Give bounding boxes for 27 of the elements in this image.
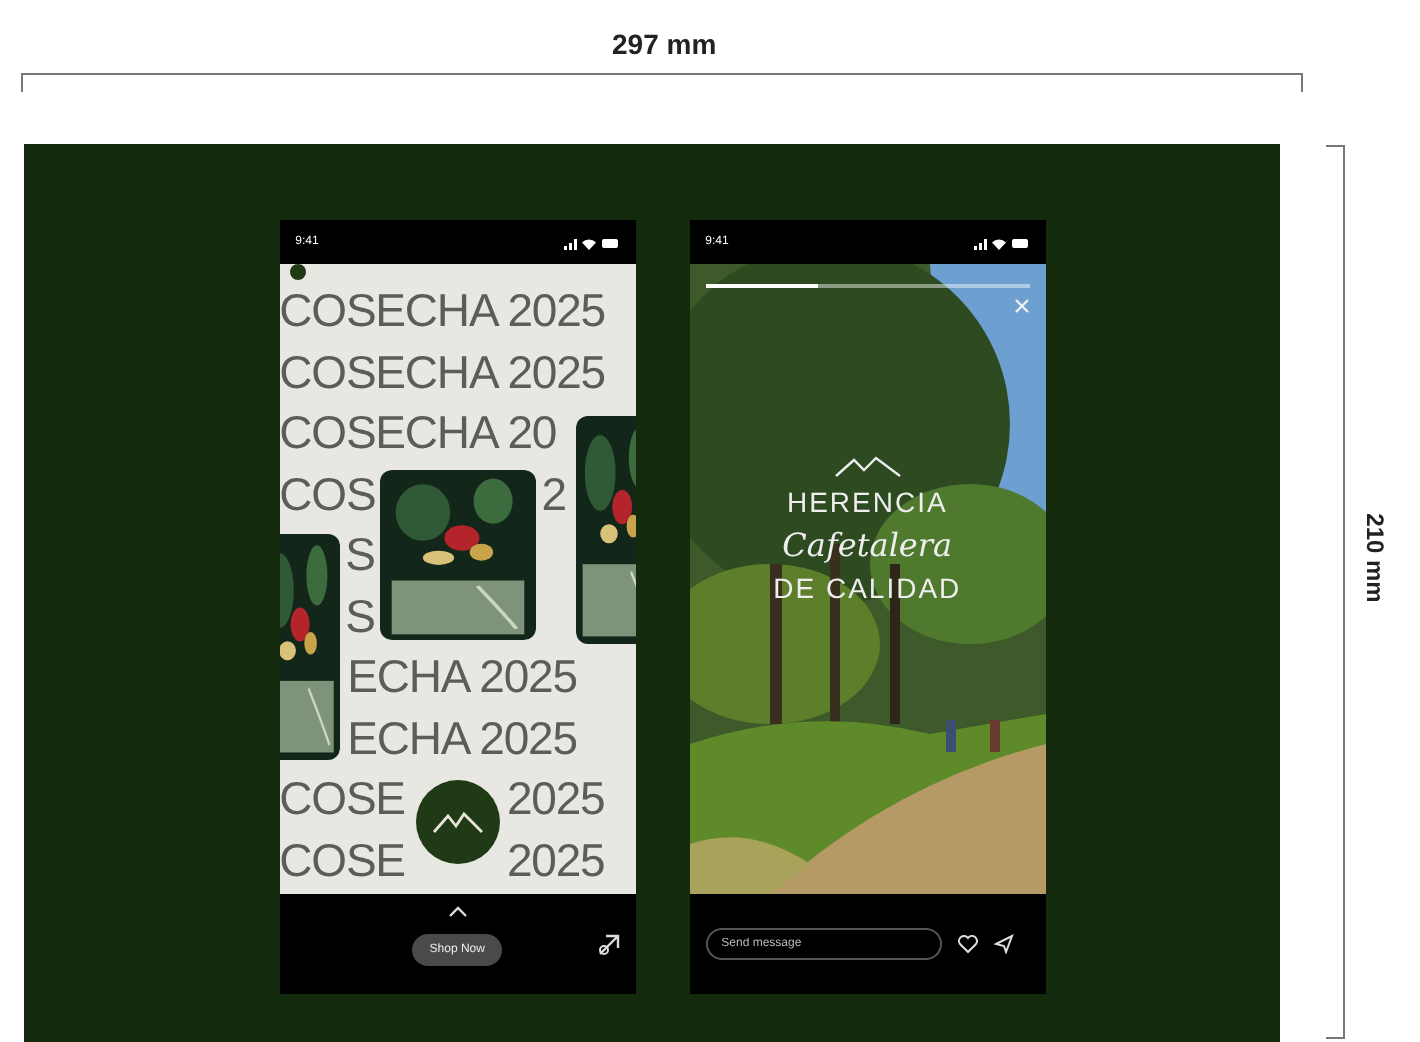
chevron-up-icon[interactable] xyxy=(447,906,468,918)
status-icons xyxy=(969,235,1030,249)
headline-text: COS xyxy=(279,465,376,523)
height-dimension-label: 210 mm xyxy=(1361,513,1390,603)
headline-text: COSECHA 2025 xyxy=(279,282,605,340)
headline-text: S xyxy=(345,587,375,645)
script-text: Cafetalera xyxy=(782,526,953,564)
width-dimension-label: 297 mm xyxy=(612,28,717,60)
headline-text: ECHA 2025 xyxy=(347,709,577,767)
headline-text: S xyxy=(345,526,375,584)
mountain-logo-icon xyxy=(833,454,902,478)
headline-text: COSECHA 20 xyxy=(279,404,557,462)
headline-text: ECHA 2025 xyxy=(347,648,577,706)
status-icons xyxy=(559,235,620,249)
share-icon[interactable] xyxy=(597,934,620,956)
tagline-text: DE CALIDAD xyxy=(773,572,962,604)
brand-logo-icon xyxy=(415,780,500,864)
headline-text: 2025 xyxy=(506,770,605,828)
headline-text: 2 xyxy=(541,465,566,523)
headline-text: COSE xyxy=(279,770,405,828)
headline-text: HERENCIA xyxy=(786,486,948,518)
headline-text: 2025 xyxy=(506,831,605,889)
send-icon[interactable] xyxy=(993,934,1014,954)
headline-text: COSECHA 2025 xyxy=(279,343,605,401)
brand-dot-icon xyxy=(289,264,306,280)
headline-text: COSE xyxy=(279,831,405,889)
heart-icon[interactable] xyxy=(957,934,978,954)
